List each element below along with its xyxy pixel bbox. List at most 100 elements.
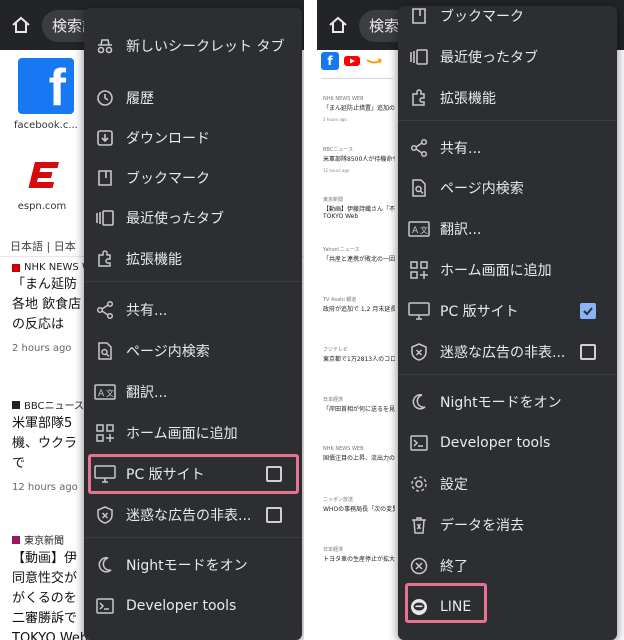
svg-text:文: 文	[420, 225, 428, 235]
news-card[interactable]: TV Asahi 報道政府が追加で 1,2 月末延長を検討	[323, 296, 395, 313]
news-title: 「まん延防止措置」追加の各地 飲食	[323, 105, 395, 112]
desktop-site-checkbox[interactable]	[580, 303, 596, 319]
shortcut-facebook[interactable]: f facebook.c...	[14, 58, 78, 131]
menu-label: 拡張機能	[126, 252, 182, 268]
menu-item-translate[interactable]: A文 翻訳...	[398, 209, 617, 249]
menu-item-extensions[interactable]: 拡張機能	[84, 239, 302, 279]
news-title: 「岸田首相が何に送るを見」	[323, 406, 395, 413]
menu-item-settings[interactable]: 設定	[398, 464, 617, 504]
news-card[interactable]: BBCニュース 米軍部隊5 機、ウクラ で 12 hours ago	[12, 397, 92, 493]
news-card[interactable]: NHK NEWS W 「まん延防 各地 飲食店 の反応は 2 hours ago	[12, 262, 92, 354]
menu-item-desktop-site[interactable]: PC 版サイト	[398, 291, 617, 331]
menu-label: 翻訳...	[126, 385, 168, 401]
news-card[interactable]: 日本経済 「岸田首相が何に送るを見」	[323, 396, 395, 413]
shortcut-espn[interactable]: espn.com	[14, 155, 70, 212]
news-card[interactable]: NHK NEWS WEB 国債注目の上昇、流出力の高校授業	[323, 446, 395, 462]
shortcut-label: espn.com	[17, 201, 67, 212]
recent-tabs-icon	[94, 207, 116, 229]
menu-label: 迷惑な広告の非表...	[126, 508, 252, 524]
extensions-icon	[94, 248, 116, 270]
news-title: TOKYO Web	[12, 631, 89, 640]
menu-item-share[interactable]: 共有...	[398, 128, 617, 168]
menu-item-developer-tools[interactable]: Developer tools	[398, 423, 617, 463]
desktop-site-checkbox[interactable]	[266, 466, 282, 482]
menu-item-find-in-page[interactable]: ページ内検索	[84, 331, 302, 371]
youtube-icon[interactable]	[343, 52, 361, 70]
news-title: 米軍部隊5	[12, 416, 73, 431]
menu-item-history[interactable]: 履歴	[84, 78, 302, 118]
news-title: 東京都で1万2813人のコロナ感染	[323, 356, 395, 363]
source-icon	[12, 535, 20, 544]
menu-item-line[interactable]: LINE	[398, 587, 617, 627]
bookmark-icon	[94, 167, 116, 189]
ad-blocker-checkbox[interactable]	[580, 344, 596, 360]
incognito-icon	[94, 35, 116, 57]
news-source: 東京新聞	[12, 532, 92, 547]
menu-item-desktop-site[interactable]: PC 版サイト	[84, 454, 302, 494]
news-card[interactable]: 東京新聞【動画】伊藤詩織さん「不同意性交TOKYO Web	[323, 196, 395, 220]
news-title: トヨタ車の生産停止が拡大 国内	[323, 556, 395, 563]
news-card[interactable]: フジテレビ東京都で1万2813人のコロナ感染	[323, 346, 395, 363]
menu-item-developer-tools[interactable]: Developer tools	[84, 586, 302, 626]
news-title: WHOの事務局長「次の変異株が	[323, 506, 395, 513]
menu-label: 新しいシークレット タブ	[126, 39, 285, 55]
menu-item-clear-data[interactable]: データを消去	[398, 505, 617, 545]
menu-item-share[interactable]: 共有...	[84, 290, 302, 330]
menu-item-translate[interactable]: A文 翻訳...	[84, 372, 302, 412]
news-source: 東京新聞	[323, 197, 344, 203]
desktop-icon	[408, 300, 430, 322]
find-in-page-icon	[94, 340, 116, 362]
menu-label: ブックマーク	[126, 171, 210, 187]
facebook-icon[interactable]: f	[321, 52, 339, 70]
menu-label: 設定	[440, 477, 468, 493]
news-title: 【動画】伊	[12, 551, 78, 566]
news-title: 政府が追加で 1,2 月末延長を検討	[323, 306, 395, 313]
menu-item-bookmarks[interactable]: ブックマーク	[84, 158, 302, 198]
news-title: 米軍部隊8500人が待機命令、ウク	[323, 156, 395, 163]
menu-label: LINE	[440, 599, 472, 615]
add-to-home-icon	[408, 259, 430, 281]
ad-blocker-checkbox[interactable]	[266, 507, 282, 523]
menu-item-night-mode[interactable]: Nightモードをオン	[398, 382, 617, 422]
menu-item-bookmarks[interactable]: ブックマーク	[398, 6, 617, 36]
menu-item-night-mode[interactable]: Nightモードをオン	[84, 545, 302, 585]
news-card[interactable]: ニッポン放送 WHOの事務局長「次の変異株が	[323, 496, 395, 513]
news-source: NHK NEWS W	[12, 262, 92, 273]
menu-divider	[398, 120, 617, 121]
svg-text:文: 文	[106, 388, 114, 398]
menu-label: ホーム画面に追加	[126, 426, 238, 442]
menu-item-find-in-page[interactable]: ページ内検索	[398, 168, 617, 208]
language-selector[interactable]: 日本語 | 日本	[10, 238, 76, 254]
right-screenshot: 検索語 f NHK NEWS WEB「まん延防止措置」追加の各地 飲食2 hou…	[317, 0, 624, 640]
news-source: TV Asahi 報道	[323, 297, 357, 303]
menu-item-downloads[interactable]: ダウンロード	[84, 118, 302, 158]
news-card[interactable]: Yahoo!ニュース「共産と連携が敗北の一因」と批判	[323, 246, 395, 263]
close-circle-icon	[408, 555, 430, 577]
home-button[interactable]	[325, 12, 351, 38]
menu-item-add-to-home[interactable]: ホーム画面に追加	[398, 250, 617, 290]
trash-icon	[408, 514, 430, 536]
menu-label: ページ内検索	[126, 344, 210, 360]
source-icon	[12, 263, 20, 272]
news-card[interactable]: NHK NEWS WEB 「まん延防止措置」追加の各地 飲食 2 hours ago	[323, 96, 395, 122]
menu-item-incognito[interactable]: 新しいシークレット タブ	[84, 26, 302, 66]
menu-item-ad-blocker[interactable]: 迷惑な広告の非表...	[84, 495, 302, 535]
amazon-icon[interactable]	[365, 52, 383, 70]
menu-item-ad-blocker[interactable]: 迷惑な広告の非表...	[398, 332, 617, 372]
news-card[interactable]: BBCニュース米軍部隊8500人が待機命令、ウク 12 hours ago	[323, 146, 395, 173]
menu-label: 終了	[440, 559, 468, 575]
menu-item-recent-tabs[interactable]: 最近使ったタブ	[84, 198, 302, 238]
home-button[interactable]	[8, 12, 34, 38]
menu-item-extensions[interactable]: 拡張機能	[398, 78, 617, 118]
news-title: 国債注目の上昇、流出力の高校授業	[323, 455, 395, 462]
menu-item-recent-tabs[interactable]: 最近使ったタブ	[398, 37, 617, 77]
news-time: 12 hours ago	[12, 482, 78, 493]
menu-label: 迷惑な広告の非表...	[440, 345, 566, 361]
news-source: NHK NEWS WEB	[323, 96, 364, 102]
menu-item-exit[interactable]: 終了	[398, 546, 617, 586]
divider	[321, 78, 393, 79]
news-source: 日本経済	[323, 547, 344, 553]
news-card[interactable]: 東京新聞 【動画】伊 同意性交が がくるのを 二審勝訴で TOKYO Web	[12, 532, 92, 640]
news-card[interactable]: 日本経済トヨタ車の生産停止が拡大 国内	[323, 546, 395, 563]
menu-item-add-to-home[interactable]: ホーム画面に追加	[84, 413, 302, 453]
